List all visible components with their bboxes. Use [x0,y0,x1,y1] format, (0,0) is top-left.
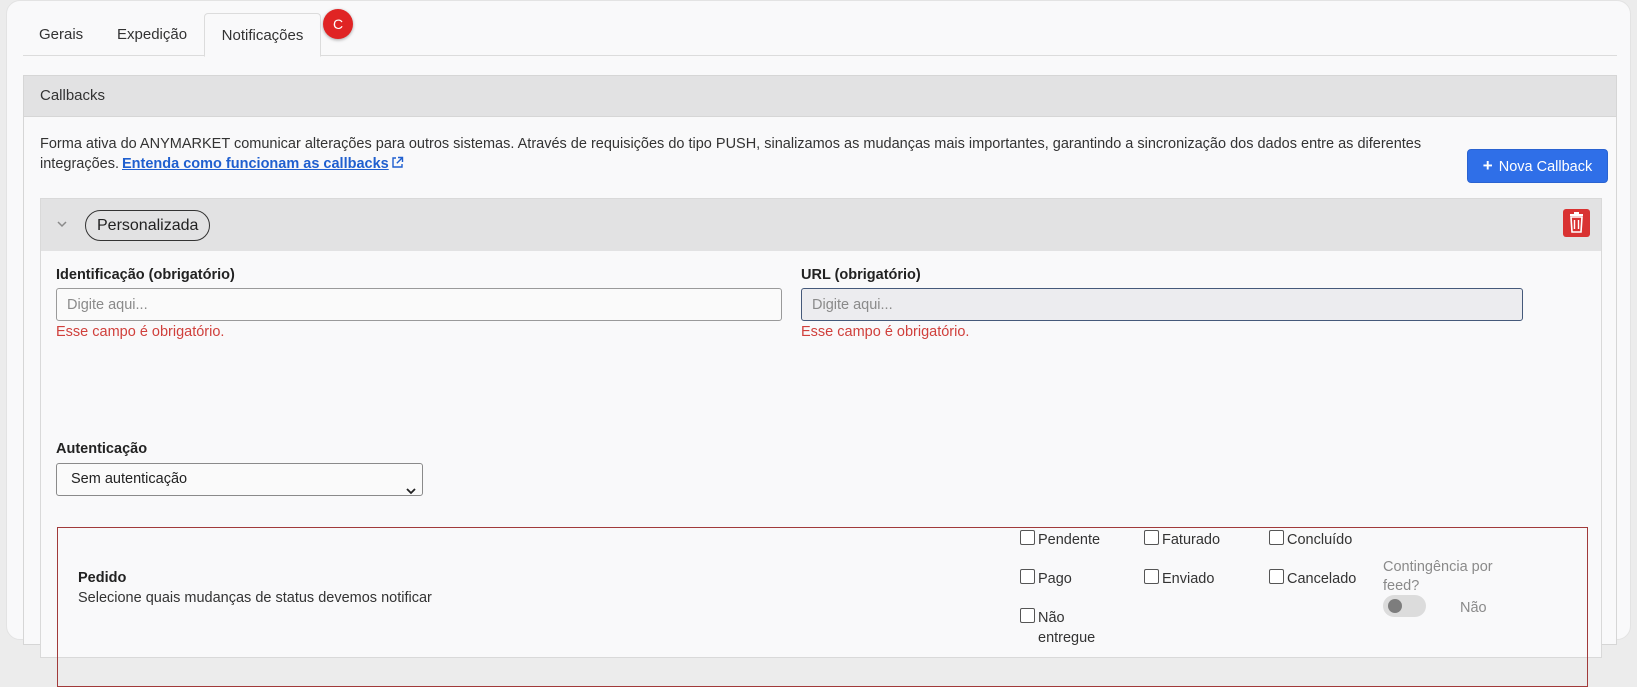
identification-label: Identificação (obrigatório) [56,267,235,283]
chevron-down-icon [406,476,416,507]
panel-title: Callbacks [24,76,1616,117]
url-error: Esse campo é obrigatório. [801,324,970,340]
plus-icon: + [1482,156,1493,175]
url-label: URL (obrigatório) [801,267,921,283]
checkbox-box[interactable] [1020,569,1035,584]
checkbox-box[interactable] [1020,608,1035,623]
authentication-selected-value: Sem autenticação [71,471,188,487]
checkbox-label: Pendente [1038,532,1101,548]
checkbox-box[interactable] [1144,530,1159,545]
checkbox-concluido[interactable]: Concluído [1269,530,1379,550]
callbacks-help-link[interactable]: Entenda como funcionam as callbacks [122,154,404,175]
url-input[interactable] [801,288,1523,321]
tab-bar: Gerais Expedição Notificações C [23,9,1617,57]
checkbox-label: Faturado [1162,532,1221,548]
authentication-select[interactable]: Sem autenticação [56,463,423,496]
callback-card: Personalizada Identificação (obrigatório… [40,198,1602,687]
checkbox-box[interactable] [1269,530,1284,545]
new-callback-button[interactable]: + Nova Callback [1467,149,1608,183]
order-subtitle: Selecione quais mudanças de status devem… [78,590,432,606]
tab-gerais[interactable]: Gerais [39,13,83,56]
checkbox-box[interactable] [1144,569,1159,584]
checkbox-box[interactable] [1269,569,1284,584]
help-link-text: Entenda como funcionam as callbacks [122,156,389,172]
trash-icon[interactable] [1563,209,1590,237]
checkbox-label: Enviado [1162,571,1215,587]
checkbox-label: Pago [1038,571,1072,587]
contingency-toggle[interactable] [1383,595,1426,617]
callbacks-panel: Callbacks Forma ativa do ANYMARKET comun… [23,75,1617,687]
contingency-label: Contingência por feed? [1383,559,1493,594]
tab-expedicao[interactable]: Expedição [117,13,187,56]
tab-notificacoes[interactable]: Notificações [204,13,321,57]
callback-card-header[interactable]: Personalizada [41,199,1601,251]
checkbox-faturado[interactable]: Faturado [1144,530,1254,550]
identification-input[interactable] [56,288,782,321]
checkbox-nao-entregue[interactable]: Não entregue [1020,608,1110,648]
checkbox-box[interactable] [1020,530,1035,545]
checkbox-pago[interactable]: Pago [1020,569,1130,589]
checkbox-cancelado[interactable]: Cancelado [1269,569,1379,589]
chevron-down-icon[interactable] [55,217,69,231]
callback-name-badge: Personalizada [85,210,211,241]
new-callback-label: Nova Callback [1498,159,1593,175]
order-status-section: Pedido Selecione quais mudanças de statu… [57,527,1588,687]
identification-error: Esse campo é obrigatório. [56,324,225,340]
toggle-knob [1388,599,1402,613]
external-link-icon [391,155,404,175]
authentication-label: Autenticação [56,441,148,457]
checkbox-pendente[interactable]: Pendente [1020,530,1130,550]
checkbox-enviado[interactable]: Enviado [1144,569,1254,589]
checkbox-label: Cancelado [1287,571,1357,587]
order-title: Pedido [78,570,127,586]
settings-page: Gerais Expedição Notificações C Callback… [6,0,1631,687]
contingency-value: Não [1460,600,1487,616]
checkbox-label: Concluído [1287,532,1353,548]
notification-badge[interactable]: C [323,9,353,39]
